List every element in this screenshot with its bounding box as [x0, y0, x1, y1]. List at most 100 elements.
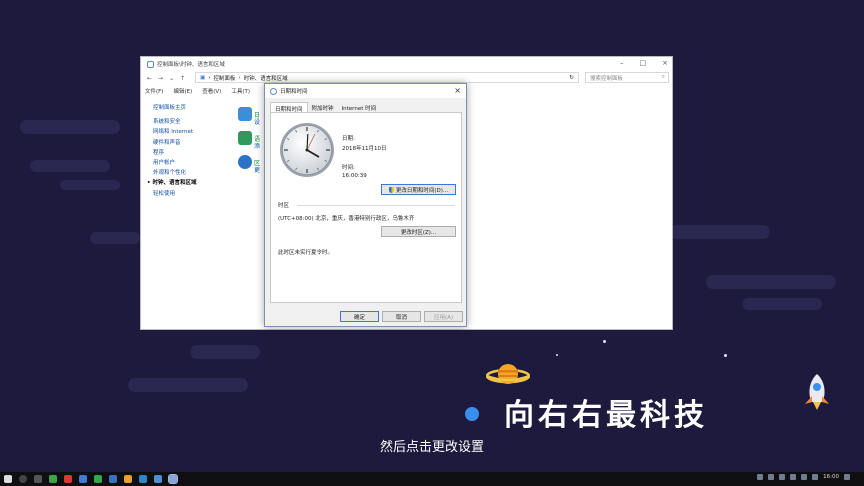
analog-clock: [280, 123, 334, 177]
app-icon[interactable]: [49, 475, 57, 483]
section-divider: [297, 205, 455, 206]
breadcrumb-item[interactable]: 时钟、语言和区域: [244, 74, 288, 82]
minimize-icon[interactable]: –: [620, 59, 624, 67]
app-icon[interactable]: [109, 475, 117, 483]
category-icons: 日 设 语 添 区 更: [238, 107, 260, 179]
star: [724, 354, 727, 357]
video-subtitle: 然后点击更改设置: [379, 440, 484, 455]
windows-start-icon[interactable]: [4, 475, 12, 483]
dialog-titlebar: 日期和时间: [265, 84, 466, 98]
date-time-dialog: 日期和时间 × 日期和时间 附加时钟 Internet 时间 日期: 2018年…: [264, 83, 467, 327]
address-bar-row: ▣ › 控制面板 › 时钟、语言和区域 ↻ 搜索控制面板 ⌕: [195, 72, 723, 83]
cancel-button[interactable]: 取消: [382, 311, 421, 322]
bg-cloud: [20, 120, 120, 134]
calendar-icon[interactable]: [238, 107, 252, 121]
app-icon[interactable]: [79, 475, 87, 483]
bg-cloud: [706, 275, 836, 289]
category-title[interactable]: 区: [254, 160, 260, 167]
window-controls: – □ ×: [620, 59, 668, 67]
menu-tools[interactable]: 工具(T): [231, 87, 250, 95]
tab-panel: 日期: 2018年11月10日 时间: 16:00:39 更改日期和时间(D).…: [270, 112, 462, 303]
volume-icon[interactable]: [812, 474, 819, 480]
change-datetime-button[interactable]: 更改日期和时间(D)...: [381, 184, 456, 195]
forward-arrow-icon[interactable]: →: [158, 75, 163, 82]
breadcrumb-item[interactable]: 控制面板: [213, 74, 235, 82]
menu-bar: 文件(F) 编辑(E) 查看(V) 工具(T): [145, 87, 250, 95]
system-tray: 16:00: [757, 474, 850, 480]
maximize-icon[interactable]: □: [640, 59, 647, 67]
close-icon[interactable]: ×: [454, 86, 461, 95]
bg-cloud: [128, 378, 248, 392]
category-link[interactable]: 设: [254, 119, 260, 126]
time-label: 时间:: [342, 165, 355, 171]
brand-name: 向右右最科技: [504, 398, 708, 433]
refresh-icon[interactable]: ↻: [569, 75, 574, 81]
change-timezone-button[interactable]: 更改时区(Z)...: [381, 226, 456, 237]
sidebar: 控制面板主页 系统和安全 网络和 Internet 硬件和声音 程序 用户帐户 …: [147, 103, 196, 199]
clock-icon: [270, 87, 277, 95]
timezone-value: (UTC+08:00) 北京，重庆，香港特别行政区，乌鲁木齐: [278, 216, 415, 222]
search-icon: ⌕: [661, 74, 665, 80]
up-arrow-icon[interactable]: ↑: [180, 75, 185, 82]
blue-dot: [465, 407, 479, 421]
sidebar-home-link[interactable]: 控制面板主页: [153, 103, 196, 113]
control-panel-taskbar-icon[interactable]: [168, 474, 178, 484]
category-title[interactable]: 日: [254, 112, 260, 119]
sidebar-item-network[interactable]: 网络和 Internet: [153, 127, 196, 137]
search-icon[interactable]: [19, 475, 27, 483]
sidebar-item-appearance[interactable]: 外观和个性化: [153, 168, 196, 178]
sidebar-item-security[interactable]: 系统和安全: [153, 117, 196, 127]
app-icon[interactable]: [124, 475, 132, 483]
close-icon[interactable]: ×: [662, 59, 668, 67]
back-arrow-icon[interactable]: ←: [147, 75, 152, 82]
sidebar-item-hardware[interactable]: 硬件和声音: [153, 138, 196, 148]
tray-icon[interactable]: [779, 474, 786, 480]
tray-icon[interactable]: [757, 474, 764, 480]
tray-icon[interactable]: [768, 474, 775, 480]
menu-view[interactable]: 查看(V): [202, 87, 221, 95]
sidebar-item-ease[interactable]: 轻松使用: [153, 189, 196, 199]
menu-edit[interactable]: 编辑(E): [173, 87, 192, 95]
sidebar-item-programs[interactable]: 程序: [153, 148, 196, 158]
address-bar[interactable]: ▣ › 控制面板 › 时钟、语言和区域 ↻: [195, 72, 579, 83]
rocket-illustration: [805, 374, 829, 410]
star: [556, 354, 558, 356]
time-value: 16:00:39: [342, 173, 367, 179]
control-panel-icon: [147, 60, 154, 68]
region-globe-icon[interactable]: [238, 155, 252, 169]
star: [603, 340, 606, 343]
network-icon[interactable]: [801, 474, 808, 480]
dst-note: 此时区未实行夏令时。: [278, 250, 334, 256]
dialog-title: 日期和时间: [280, 89, 308, 95]
taskbar: 16:00: [0, 472, 864, 486]
bg-cloud: [742, 298, 822, 310]
window-title: 控制面板\时钟、语言和区域: [157, 62, 225, 68]
date-value: 2018年11月10日: [342, 146, 387, 152]
app-icon[interactable]: [139, 475, 147, 483]
sidebar-item-clock-region[interactable]: • 时钟、语言和区域: [147, 178, 196, 188]
window-titlebar: 控制面板\时钟、语言和区域: [141, 57, 672, 71]
app-icon[interactable]: [64, 475, 72, 483]
bg-cloud: [30, 160, 110, 172]
tray-icon[interactable]: [790, 474, 797, 480]
menu-file[interactable]: 文件(F): [145, 87, 163, 95]
sidebar-item-accounts[interactable]: 用户帐户: [153, 158, 196, 168]
taskbar-clock[interactable]: 16:00: [823, 474, 839, 480]
bg-cloud: [670, 225, 770, 239]
language-icon[interactable]: [238, 131, 252, 145]
date-label: 日期:: [342, 136, 355, 142]
bg-cloud: [90, 232, 140, 244]
category-link[interactable]: 更: [254, 167, 260, 174]
apply-button[interactable]: 应用(A): [424, 311, 463, 322]
notification-icon[interactable]: [844, 474, 850, 480]
app-icon[interactable]: [154, 475, 162, 483]
timezone-section-label: 时区: [278, 203, 290, 209]
search-input[interactable]: 搜索控制面板 ⌕: [585, 72, 669, 83]
task-view-icon[interactable]: [34, 475, 42, 483]
chevron-down-icon[interactable]: ⌄: [169, 75, 174, 82]
planet-illustration: [486, 364, 530, 384]
category-link[interactable]: 添: [254, 143, 260, 150]
category-title[interactable]: 语: [254, 136, 260, 143]
ok-button[interactable]: 确定: [340, 311, 379, 322]
app-icon[interactable]: [94, 475, 102, 483]
